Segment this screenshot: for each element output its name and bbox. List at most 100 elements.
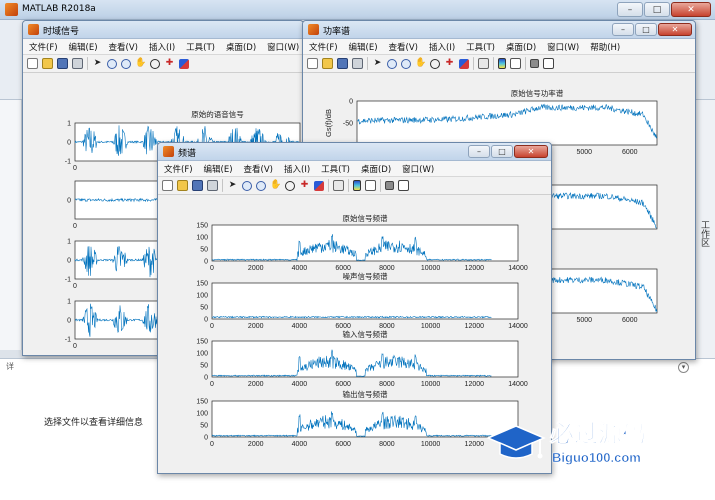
- rotate-icon[interactable]: [430, 58, 440, 69]
- menu-insert[interactable]: 插入(I): [149, 41, 175, 53]
- new-figure-icon[interactable]: [27, 58, 38, 69]
- pointer-icon[interactable]: ➤: [372, 58, 383, 69]
- menu-edit[interactable]: 编辑(E): [204, 163, 233, 175]
- rotate-icon[interactable]: [150, 58, 160, 69]
- y-tick-label: 50: [200, 363, 208, 370]
- data-cursor-icon[interactable]: ✚: [164, 58, 175, 69]
- open-file-icon[interactable]: [322, 58, 333, 69]
- pan-icon[interactable]: ✋: [135, 58, 146, 69]
- minimize-button[interactable]: –: [617, 2, 643, 17]
- data-cursor-icon[interactable]: ✚: [444, 58, 455, 69]
- minimize-button[interactable]: –: [468, 145, 490, 158]
- menu-insert[interactable]: 插入(I): [429, 41, 455, 53]
- colorbar-icon[interactable]: [498, 58, 506, 69]
- open-file-icon[interactable]: [42, 58, 53, 69]
- zoom-in-icon[interactable]: [107, 58, 117, 69]
- figure-menubar: 文件(F) 编辑(E) 查看(V) 插入(I) 工具(T) 桌面(D) 窗口(W…: [158, 161, 551, 177]
- menu-help[interactable]: 帮助(H): [590, 41, 620, 53]
- menu-tools[interactable]: 工具(T): [321, 163, 350, 175]
- menu-edit[interactable]: 编辑(E): [349, 41, 378, 53]
- legend-icon[interactable]: [365, 180, 376, 191]
- y-tick-label: 100: [196, 351, 208, 358]
- menu-view[interactable]: 查看(V): [389, 41, 418, 53]
- close-button[interactable]: ✕: [514, 145, 548, 158]
- menu-view[interactable]: 查看(V): [109, 41, 138, 53]
- maximize-button[interactable]: □: [635, 23, 657, 36]
- y-tick-label: 100: [196, 411, 208, 418]
- menu-insert[interactable]: 插入(I): [284, 163, 310, 175]
- print-icon[interactable]: [207, 180, 218, 191]
- save-icon[interactable]: [57, 58, 68, 69]
- y-tick-label: 100: [196, 293, 208, 300]
- minimize-button[interactable]: –: [612, 23, 634, 36]
- x-tick-label: 12000: [465, 441, 485, 448]
- menu-edit[interactable]: 编辑(E): [69, 41, 98, 53]
- menu-desktop[interactable]: 桌面(D): [361, 163, 391, 175]
- link-plot-icon[interactable]: [478, 58, 489, 69]
- current-folder-panel[interactable]: [0, 100, 22, 350]
- menu-window[interactable]: 窗口(W): [547, 41, 579, 53]
- brush-icon[interactable]: [314, 180, 324, 191]
- maximize-button[interactable]: □: [644, 2, 670, 17]
- new-figure-icon[interactable]: [162, 180, 173, 191]
- brush-icon[interactable]: [179, 58, 189, 69]
- brush-icon[interactable]: [459, 58, 469, 69]
- hide-plot-tools-icon[interactable]: [385, 181, 394, 190]
- menu-file[interactable]: 文件(F): [164, 163, 193, 175]
- x-tick-label: 6000: [335, 265, 351, 272]
- open-file-icon[interactable]: [177, 180, 188, 191]
- rotate-icon[interactable]: [285, 180, 295, 191]
- menu-file[interactable]: 文件(F): [309, 41, 338, 53]
- figure-titlebar[interactable]: 功率谱 – □ ✕: [303, 21, 695, 39]
- x-tick-label: 6000: [335, 441, 351, 448]
- y-tick-label: 50: [200, 423, 208, 430]
- x-tick-label: 2000: [248, 381, 264, 388]
- y-tick-label: 1: [67, 299, 71, 306]
- close-button[interactable]: ✕: [671, 2, 711, 17]
- watermark-title: 必过源码: [550, 421, 646, 448]
- link-plot-icon[interactable]: [333, 180, 344, 191]
- x-tick-label: 12000: [465, 323, 485, 330]
- zoom-in-icon[interactable]: [242, 180, 252, 191]
- save-icon[interactable]: [192, 180, 203, 191]
- zoom-out-icon[interactable]: [121, 58, 131, 69]
- menu-tools[interactable]: 工具(T): [466, 41, 495, 53]
- pointer-icon[interactable]: ➤: [227, 180, 238, 191]
- zoom-out-icon[interactable]: [256, 180, 266, 191]
- menu-view[interactable]: 查看(V): [244, 163, 273, 175]
- new-figure-icon[interactable]: [307, 58, 318, 69]
- maximize-button[interactable]: □: [491, 145, 513, 158]
- axes-title: 原始信号频谱: [343, 213, 388, 223]
- show-plot-tools-icon[interactable]: [398, 180, 409, 191]
- toolbar-separator: [328, 179, 329, 192]
- figure-titlebar[interactable]: 时域信号: [23, 21, 303, 39]
- pointer-icon[interactable]: ➤: [92, 58, 103, 69]
- colorbar-icon[interactable]: [353, 180, 361, 191]
- legend-icon[interactable]: [510, 58, 521, 69]
- menu-window[interactable]: 窗口(W): [402, 163, 434, 175]
- figure-titlebar[interactable]: 频谱 – □ ✕: [158, 143, 551, 161]
- print-icon[interactable]: [72, 58, 83, 69]
- collapse-details-button[interactable]: ▾: [678, 362, 689, 373]
- window-controls: – □ ✕: [617, 2, 711, 17]
- pan-icon[interactable]: ✋: [415, 58, 426, 69]
- menu-desktop[interactable]: 桌面(D): [226, 41, 256, 53]
- workspace-panel[interactable]: 工作区: [695, 100, 715, 360]
- y-tick-label: 0: [204, 435, 208, 442]
- axes-box: [211, 400, 519, 438]
- print-icon[interactable]: [352, 58, 363, 69]
- close-button[interactable]: ✕: [658, 23, 692, 36]
- zoom-in-icon[interactable]: [387, 58, 397, 69]
- hide-plot-tools-icon[interactable]: [530, 59, 539, 68]
- menu-window[interactable]: 窗口(W): [267, 41, 299, 53]
- zoom-out-icon[interactable]: [401, 58, 411, 69]
- y-tick-label: 0: [204, 317, 208, 324]
- y-tick-label: 50: [200, 247, 208, 254]
- save-icon[interactable]: [337, 58, 348, 69]
- menu-desktop[interactable]: 桌面(D): [506, 41, 536, 53]
- pan-icon[interactable]: ✋: [270, 180, 281, 191]
- menu-tools[interactable]: 工具(T): [186, 41, 215, 53]
- data-cursor-icon[interactable]: ✚: [299, 180, 310, 191]
- menu-file[interactable]: 文件(F): [29, 41, 58, 53]
- show-plot-tools-icon[interactable]: [543, 58, 554, 69]
